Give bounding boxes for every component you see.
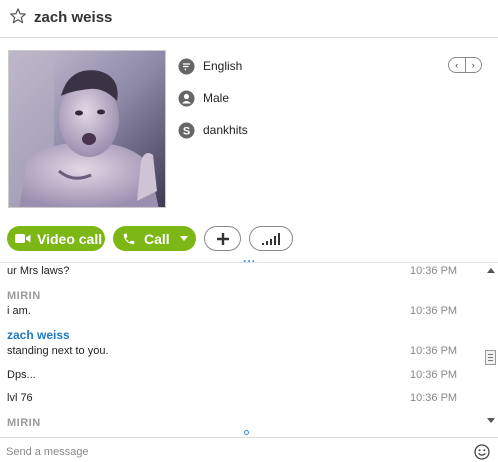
speech-bubble-icon <box>178 58 195 75</box>
message-list: ur Mrs laws? 10:36 PM MIRIN i am. 10:36 … <box>0 262 498 432</box>
skype-name-row: S dankhits <box>178 120 248 140</box>
scrollbar-thumb[interactable] <box>485 350 496 365</box>
skype-icon: S <box>178 122 195 139</box>
chat-header: zach weiss <box>0 0 498 38</box>
message-time: 10:36 PM <box>410 392 458 404</box>
skype-name-label: dankhits <box>203 123 248 137</box>
pager-next-button[interactable]: › <box>466 58 482 72</box>
message-text: standing next to you. <box>7 345 109 357</box>
message-sender: zach weiss <box>7 328 70 342</box>
pager-prev-button[interactable]: ‹ <box>449 58 466 72</box>
composer-resize-handle[interactable] <box>244 430 249 435</box>
phone-icon <box>123 233 135 244</box>
plus-icon <box>216 232 229 245</box>
add-people-button[interactable] <box>204 226 241 251</box>
call-quality-button[interactable] <box>249 226 293 251</box>
language-label: English <box>203 59 243 73</box>
message-text: i am. <box>7 305 31 317</box>
message-scrollbar[interactable] <box>483 262 498 432</box>
message-time: 10:36 PM <box>410 265 458 277</box>
person-icon <box>178 90 195 107</box>
profile-pager: ‹ › <box>448 57 482 73</box>
signal-bars-icon <box>262 232 280 245</box>
profile-photo[interactable] <box>8 50 166 208</box>
gender-row: Male <box>178 88 229 108</box>
message-text: lvl 76 <box>7 392 33 404</box>
message-sender: MIRIN <box>7 417 41 429</box>
video-call-button[interactable]: Video call <box>7 226 105 251</box>
message-text: ur Mrs laws? <box>7 265 70 277</box>
call-button[interactable]: Call <box>113 226 196 251</box>
gender-label: Male <box>203 91 230 105</box>
message-time: 10:36 PM <box>410 345 458 357</box>
contact-name-title: zach weiss <box>34 9 113 26</box>
video-call-label: Video call <box>37 230 103 247</box>
language-row: English <box>178 56 242 76</box>
star-outline-icon[interactable] <box>9 7 27 25</box>
chevron-down-icon[interactable] <box>180 236 188 241</box>
message-time: 10:36 PM <box>410 305 458 317</box>
svg-text:S: S <box>183 125 190 137</box>
message-composer <box>0 437 498 462</box>
video-camera-icon <box>15 234 31 243</box>
message-sender: MIRIN <box>7 290 41 302</box>
message-input[interactable] <box>6 444 456 460</box>
scroll-down-arrow-icon[interactable] <box>487 418 495 423</box>
scroll-up-arrow-icon[interactable] <box>487 268 495 273</box>
message-text: Dps... <box>7 369 36 381</box>
smiley-icon[interactable] <box>474 444 490 460</box>
message-time: 10:36 PM <box>410 369 458 381</box>
call-label: Call <box>144 230 170 247</box>
